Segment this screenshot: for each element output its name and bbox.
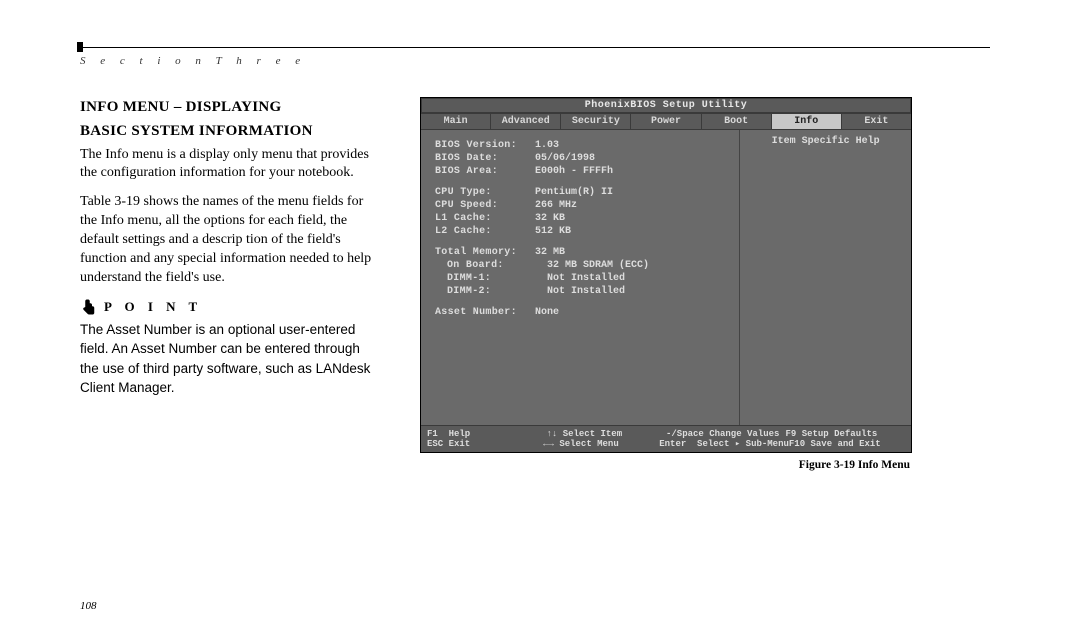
- point-label: P O I N T: [104, 298, 202, 316]
- bios-footer-hint: F1 Help: [427, 429, 547, 439]
- bios-field-label: BIOS Version:: [435, 140, 535, 151]
- bios-field-value: 32 MB: [535, 247, 565, 258]
- intro-para: The Info menu is a display only menu tha…: [80, 146, 380, 184]
- bios-field-label: DIMM-1:: [447, 273, 547, 284]
- bios-row: DIMM-1:Not Installed: [435, 273, 729, 284]
- bios-row: DIMM-2:Not Installed: [435, 286, 729, 297]
- bios-field-label: CPU Speed:: [435, 200, 535, 211]
- heading-line1: INFO MENU – DISPLAYING: [80, 97, 380, 117]
- bios-row: Asset Number:None: [435, 307, 729, 318]
- hand-point-icon: [80, 298, 98, 316]
- bios-footer-hint: F10 Save and Exit: [789, 439, 905, 449]
- bios-tab-security: Security: [561, 114, 631, 129]
- bios-row: BIOS Date:05/06/1998: [435, 153, 729, 164]
- bios-field-value: 05/06/1998: [535, 153, 595, 164]
- bios-field-value: Not Installed: [547, 286, 625, 297]
- bios-field-label: L1 Cache:: [435, 213, 535, 224]
- bios-footer-row: F1 Help↑↓ Select Item-/Space Change Valu…: [427, 429, 905, 439]
- bios-info-panel: BIOS Version:1.03BIOS Date:05/06/1998BIO…: [421, 130, 740, 425]
- page-number: 108: [80, 600, 97, 612]
- bios-row: L2 Cache:512 KB: [435, 226, 729, 237]
- bios-footer-hint: F9 Setup Defaults: [786, 429, 906, 439]
- top-rule: [80, 47, 990, 48]
- bios-row: CPU Speed:266 MHz: [435, 200, 729, 211]
- bios-field-value: 512 KB: [535, 226, 571, 237]
- bios-footer: F1 Help↑↓ Select Item-/Space Change Valu…: [421, 425, 911, 452]
- bios-tab-boot: Boot: [702, 114, 772, 129]
- bios-row: L1 Cache:32 KB: [435, 213, 729, 224]
- heading-line2: BASIC SYSTEM INFORMATION: [80, 121, 380, 141]
- bios-field-label: Asset Number:: [435, 307, 535, 318]
- bios-row: BIOS Area:E000h - FFFFh: [435, 166, 729, 177]
- bios-tab-main: Main: [421, 114, 491, 129]
- bios-field-value: E000h - FFFFh: [535, 166, 613, 177]
- bios-field-label: On Board:: [447, 260, 547, 271]
- bios-field-value: Not Installed: [547, 273, 625, 284]
- bios-field-label: BIOS Date:: [435, 153, 535, 164]
- left-column: INFO MENU – DISPLAYING BASIC SYSTEM INFO…: [80, 97, 380, 471]
- bios-footer-hint: ←→ Select Menu: [543, 439, 659, 449]
- bios-title: PhoenixBIOS Setup Utility: [421, 98, 911, 113]
- bios-tab-power: Power: [631, 114, 701, 129]
- bios-field-value: 32 KB: [535, 213, 565, 224]
- bios-tab-info: Info: [772, 114, 842, 129]
- bios-field-value: Pentium(R) II: [535, 187, 613, 198]
- point-body: The Asset Number is an optional user-ent…: [80, 320, 380, 398]
- bios-footer-hint: ↑↓ Select Item: [547, 429, 667, 439]
- bios-field-value: 1.03: [535, 140, 559, 151]
- bios-footer-hint: Enter Select ▸ Sub-Menu: [659, 439, 789, 449]
- bios-field-label: BIOS Area:: [435, 166, 535, 177]
- bios-row: Total Memory:32 MB: [435, 247, 729, 258]
- bios-tab-advanced: Advanced: [491, 114, 561, 129]
- bios-field-value: None: [535, 307, 559, 318]
- bios-row: BIOS Version:1.03: [435, 140, 729, 151]
- bios-field-label: DIMM-2:: [447, 286, 547, 297]
- bios-field-value: 266 MHz: [535, 200, 577, 211]
- table-para: Table 3-19 shows the names of the menu f…: [80, 193, 380, 287]
- bios-tabs: MainAdvancedSecurityPowerBootInfoExit: [421, 113, 911, 130]
- bios-field-label: Total Memory:: [435, 247, 535, 258]
- bios-footer-hint: -/Space Change Values: [666, 429, 786, 439]
- bios-field-value: 32 MB SDRAM (ECC): [547, 260, 649, 271]
- bios-field-label: L2 Cache:: [435, 226, 535, 237]
- section-label: S e c t i o n T h r e e: [80, 55, 990, 67]
- bios-tab-exit: Exit: [842, 114, 911, 129]
- bios-help-title: Item Specific Help: [748, 136, 903, 147]
- bios-footer-row: ESC Exit←→ Select MenuEnter Select ▸ Sub…: [427, 439, 905, 449]
- bios-screenshot: PhoenixBIOS Setup Utility MainAdvancedSe…: [420, 97, 912, 453]
- figure-caption: Figure 3-19 Info Menu: [420, 459, 910, 471]
- bios-row: CPU Type:Pentium(R) II: [435, 187, 729, 198]
- bios-footer-hint: ESC Exit: [427, 439, 543, 449]
- bios-row: On Board:32 MB SDRAM (ECC): [435, 260, 729, 271]
- bios-field-label: CPU Type:: [435, 187, 535, 198]
- right-column: PhoenixBIOS Setup Utility MainAdvancedSe…: [420, 97, 990, 471]
- bios-help-panel: Item Specific Help: [740, 130, 911, 425]
- rule-tick: [77, 42, 83, 52]
